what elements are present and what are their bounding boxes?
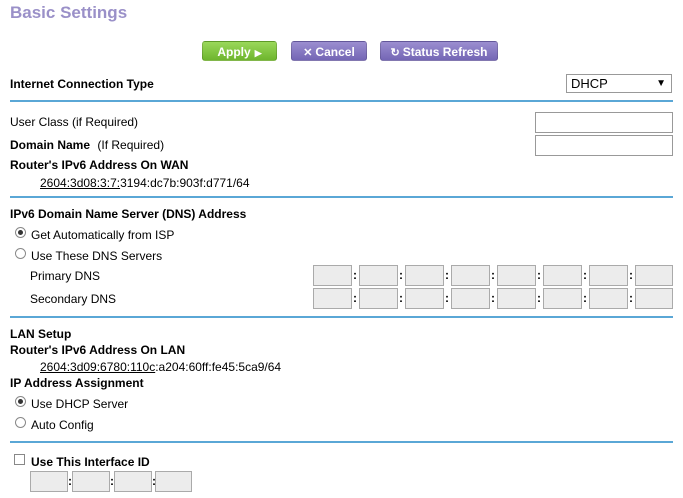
cancel-button[interactable]: ✕ Cancel	[291, 41, 367, 61]
primary-dns-segment[interactable]	[451, 265, 490, 286]
secondary-dns-segment[interactable]	[313, 288, 352, 309]
primary-dns-segment[interactable]	[543, 265, 582, 286]
segment-separator: :	[399, 268, 403, 282]
domain-name-label-row: Domain Name (If Required)	[10, 138, 164, 152]
segment-separator: :	[537, 268, 541, 282]
primary-dns-segment[interactable]	[359, 265, 398, 286]
primary-dns-segment[interactable]	[497, 265, 536, 286]
lan-heading: LAN Setup	[10, 327, 72, 341]
section-divider	[10, 100, 673, 102]
connection-type-label: Internet Connection Type	[10, 77, 154, 91]
secondary-dns-segment[interactable]	[451, 288, 490, 309]
status-refresh-button[interactable]: ↻ Status Refresh	[380, 41, 498, 61]
play-arrow-icon: ▶	[254, 48, 262, 58]
segment-separator: :	[583, 291, 587, 305]
segment-separator: :	[353, 291, 357, 305]
use-dhcp-radio[interactable]	[15, 396, 26, 407]
lan-suffix: :a204:60ff:fe45:5ca9/64	[155, 360, 282, 374]
segment-separator: :	[491, 291, 495, 305]
secondary-dns-segment[interactable]	[635, 288, 673, 309]
secondary-dns-segment[interactable]	[359, 288, 398, 309]
refresh-icon: ↻	[390, 47, 400, 59]
apply-button[interactable]: Apply ▶	[202, 41, 277, 61]
secondary-dns-segment[interactable]	[497, 288, 536, 309]
dropdown-arrow-icon: ▼	[656, 78, 666, 89]
secondary-dns-segment[interactable]	[589, 288, 628, 309]
cancel-label: Cancel	[315, 45, 355, 59]
secondary-dns-segment[interactable]	[543, 288, 582, 309]
domain-name-label: Domain Name	[10, 138, 91, 152]
domain-name-input[interactable]	[535, 135, 673, 156]
secondary-dns-label: Secondary DNS	[30, 292, 117, 306]
apply-label: Apply	[217, 45, 251, 59]
segment-separator: :	[353, 268, 357, 282]
interface-id-segment[interactable]	[72, 471, 110, 492]
wan-prefix: 2604:3d08:3:7:	[40, 176, 121, 190]
lan-address-label: Router's IPv6 Address On LAN	[10, 343, 186, 357]
dns-auto-label: Get Automatically from ISP	[31, 228, 175, 242]
use-dhcp-label: Use DHCP Server	[31, 397, 129, 411]
lan-prefix: 2604:3d09:6780:110c	[40, 360, 156, 374]
segment-separator: :	[537, 291, 541, 305]
wan-suffix: 3194:dc7b:903f:d771/64	[120, 176, 250, 190]
interface-id-segment[interactable]	[114, 471, 152, 492]
auto-config-label: Auto Config	[31, 418, 94, 432]
page-title: Basic Settings	[10, 3, 128, 22]
section-divider	[10, 196, 673, 198]
wan-address-label: Router's IPv6 Address On WAN	[10, 158, 189, 172]
segment-separator: :	[491, 268, 495, 282]
wan-address-value: 2604:3d08:3:7:3194:dc7b:903f:d771/64	[40, 176, 250, 190]
segment-separator: :	[445, 291, 449, 305]
primary-dns-segment[interactable]	[405, 265, 444, 286]
connection-type-value: DHCP	[571, 76, 608, 91]
secondary-dns-segment[interactable]	[405, 288, 444, 309]
user-class-label: User Class (if Required)	[10, 115, 139, 129]
interface-id-segment[interactable]	[30, 471, 68, 492]
auto-config-radio[interactable]	[15, 417, 26, 428]
connection-type-select[interactable]: DHCP ▼	[566, 74, 672, 93]
segment-separator: :	[629, 291, 633, 305]
dns-heading: IPv6 Domain Name Server (DNS) Address	[10, 207, 247, 221]
lan-address-value: 2604:3d09:6780:110c:a204:60ff:fe45:5ca9/…	[40, 360, 281, 374]
primary-dns-label: Primary DNS	[30, 269, 101, 283]
interface-id-checkbox[interactable]	[14, 454, 25, 465]
segment-separator: :	[629, 268, 633, 282]
segment-separator: :	[445, 268, 449, 282]
ip-assignment-heading: IP Address Assignment	[10, 376, 144, 390]
domain-name-hint: (If Required)	[97, 138, 165, 152]
primary-dns-segment[interactable]	[635, 265, 673, 286]
dns-manual-label: Use These DNS Servers	[31, 249, 163, 263]
section-divider	[10, 316, 673, 318]
user-class-input[interactable]	[535, 112, 673, 133]
primary-dns-segment[interactable]	[589, 265, 628, 286]
section-divider	[10, 441, 673, 443]
primary-dns-segment[interactable]	[313, 265, 352, 286]
interface-id-label: Use This Interface ID	[31, 455, 150, 469]
segment-separator: :	[399, 291, 403, 305]
refresh-label: Status Refresh	[402, 45, 488, 59]
close-icon: ✕	[303, 47, 313, 59]
dns-manual-radio[interactable]	[15, 248, 26, 259]
dns-auto-radio[interactable]	[15, 227, 26, 238]
interface-id-segment[interactable]	[155, 471, 192, 492]
segment-separator: :	[583, 268, 587, 282]
